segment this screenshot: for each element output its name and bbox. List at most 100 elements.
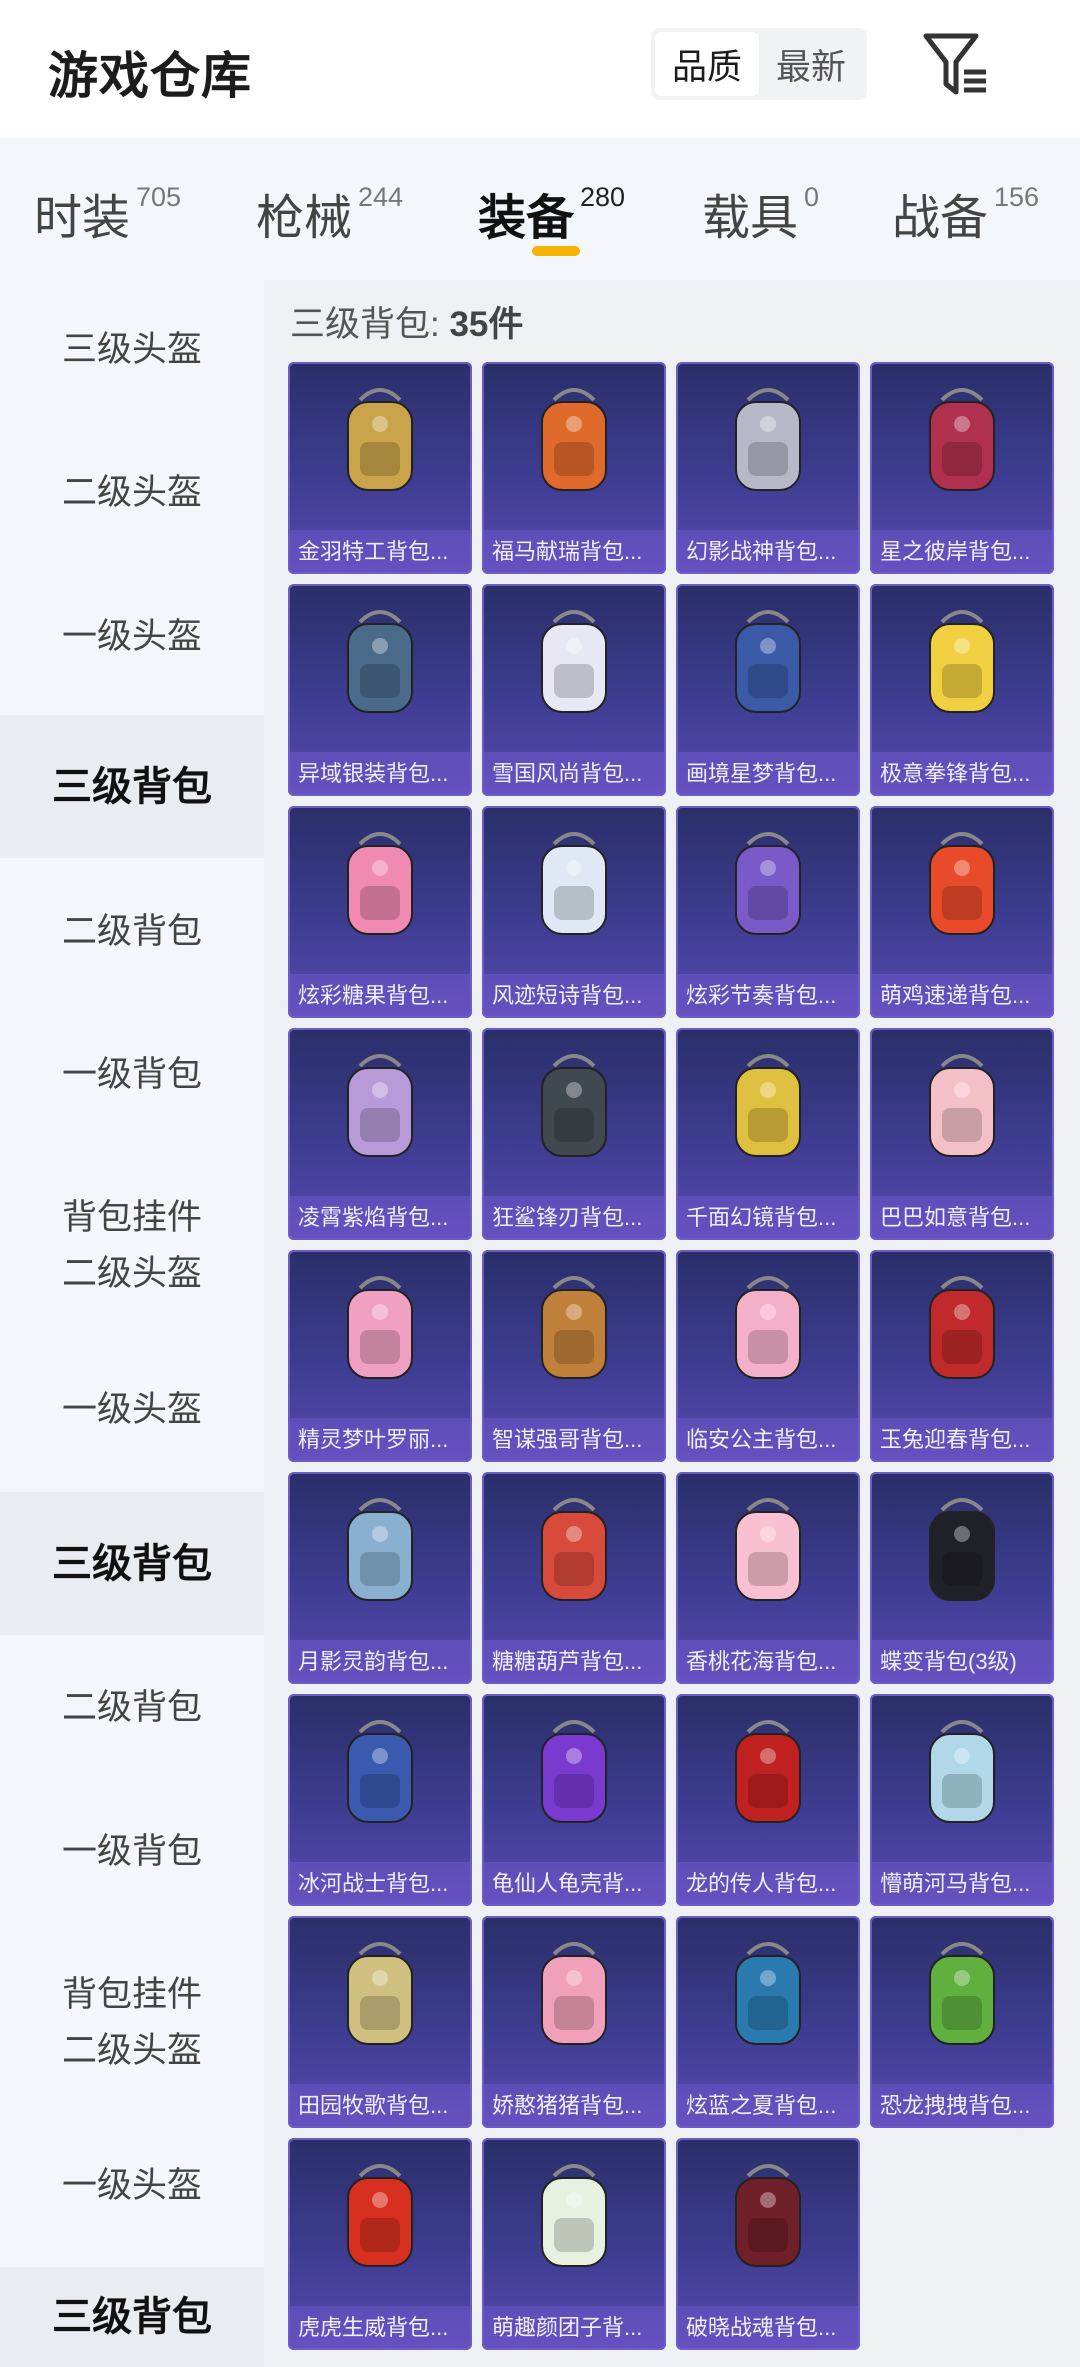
item-card[interactable]: 糖糖葫芦背包... (482, 1472, 666, 1684)
backpack-icon (541, 1942, 607, 2045)
sidebar-item[interactable]: 二级头盔 (0, 2023, 264, 2079)
sidebar-item[interactable]: 二级背包 (0, 1668, 264, 1748)
tab-gear[interactable]: 战备 156 (892, 178, 1039, 248)
backpack-icon (541, 832, 607, 935)
item-name: 炫彩糖果背包... (288, 974, 472, 1018)
tab-equipment[interactable]: 装备 280 (478, 178, 625, 248)
tab-fashion[interactable]: 时装 705 (34, 178, 181, 248)
backpack-icon (541, 388, 607, 491)
backpack-icon (541, 610, 607, 713)
item-card[interactable]: 龟仙人龟壳背... (482, 1694, 666, 1906)
item-name: 智谋强哥背包... (482, 1418, 666, 1462)
backpack-icon (347, 832, 413, 935)
backpack-icon (347, 610, 413, 713)
item-name: 临安公主背包... (676, 1418, 860, 1462)
item-name: 娇憨猪猪背包... (482, 2084, 666, 2128)
item-name: 精灵梦叶罗丽... (288, 1418, 472, 1462)
sidebar-item-active[interactable]: 三级背包 (0, 715, 264, 858)
backpack-icon (735, 610, 801, 713)
sidebar-item[interactable]: 一级背包 (0, 1812, 264, 1892)
item-card[interactable]: 金羽特工背包... (288, 362, 472, 574)
active-tab-indicator (532, 246, 580, 256)
item-name: 金羽特工背包... (288, 530, 472, 574)
tab-vehicles[interactable]: 载具 0 (702, 178, 819, 248)
backpack-icon (347, 2164, 413, 2267)
item-card[interactable]: 临安公主背包... (676, 1250, 860, 1462)
backpack-icon (735, 1276, 801, 1379)
item-card[interactable]: 狂鲨锋刃背包... (482, 1028, 666, 1240)
sidebar-item-active[interactable]: 三级背包 (0, 2267, 264, 2367)
item-name: 懵萌河马背包... (870, 1862, 1054, 1906)
sidebar-item[interactable]: 三级头盔 (0, 310, 264, 390)
item-card[interactable]: 幻影战神背包... (676, 362, 860, 574)
item-card[interactable]: 娇憨猪猪背包... (482, 1916, 666, 2128)
item-card[interactable]: 画境星梦背包... (676, 584, 860, 796)
item-card[interactable]: 千面幻镜背包... (676, 1028, 860, 1240)
sort-option-quality[interactable]: 品质 (655, 32, 759, 96)
item-card[interactable]: 福马献瑞背包... (482, 362, 666, 574)
item-card[interactable]: 炫蓝之夏背包... (676, 1916, 860, 2128)
item-card[interactable]: 雪国风尚背包... (482, 584, 666, 796)
tab-label: 战备 (892, 192, 989, 245)
backpack-icon (735, 1942, 801, 2045)
item-card[interactable]: 凌霄紫焰背包... (288, 1028, 472, 1240)
backpack-icon (347, 1054, 413, 1157)
item-name: 龟仙人龟壳背... (482, 1862, 666, 1906)
item-card[interactable]: 萌鸡速递背包... (870, 806, 1054, 1018)
item-card[interactable]: 香桃花海背包... (676, 1472, 860, 1684)
item-card[interactable]: 极意拳锋背包... (870, 584, 1054, 796)
backpack-icon (929, 1276, 995, 1379)
item-card[interactable]: 恐龙拽拽背包... (870, 1916, 1054, 2128)
backpack-icon (541, 1054, 607, 1157)
backpack-icon (541, 2164, 607, 2267)
sidebar-item[interactable]: 二级头盔 (0, 1246, 264, 1302)
tab-guns[interactable]: 枪械 244 (256, 178, 403, 248)
sidebar-item[interactable]: 二级头盔 (0, 453, 264, 533)
item-card[interactable]: 精灵梦叶罗丽... (288, 1250, 472, 1462)
sort-toggle[interactable]: 品质 最新 (651, 28, 867, 100)
item-card[interactable]: 风迹短诗背包... (482, 806, 666, 1018)
item-name: 龙的传人背包... (676, 1862, 860, 1906)
item-card[interactable]: 异域银装背包... (288, 584, 472, 796)
item-panel: 三级背包: 35件 金羽特工背包... 福马献瑞背包... 幻影战神背包... 星之彼… (264, 280, 1080, 2367)
sidebar-item[interactable]: 背包挂件 (0, 1967, 264, 2023)
sidebar-item[interactable]: 一级头盔 (0, 2146, 264, 2226)
item-name: 月影灵韵背包... (288, 1640, 472, 1684)
item-card[interactable]: 蝶变背包(3级) (870, 1472, 1054, 1684)
item-name: 蝶变背包(3级) (870, 1640, 1054, 1684)
item-name: 雪国风尚背包... (482, 752, 666, 796)
item-card[interactable]: 懵萌河马背包... (870, 1694, 1054, 1906)
sidebar-item-active[interactable]: 三级背包 (0, 1492, 264, 1635)
sidebar-item[interactable]: 一级头盔 (0, 1370, 264, 1450)
sort-option-latest[interactable]: 最新 (759, 32, 863, 96)
item-card[interactable]: 炫彩糖果背包... (288, 806, 472, 1018)
tab-label: 时装 (34, 192, 131, 245)
tab-label: 装备 (478, 192, 575, 245)
sidebar-item[interactable]: 一级头盔 (0, 597, 264, 677)
item-card[interactable]: 巴巴如意背包... (870, 1028, 1054, 1240)
item-card[interactable]: 玉兔迎春背包... (870, 1250, 1054, 1462)
item-card[interactable]: 萌趣颜团子背... (482, 2138, 666, 2350)
item-card[interactable]: 星之彼岸背包... (870, 362, 1054, 574)
item-card[interactable]: 炫彩节奏背包... (676, 806, 860, 1018)
item-card[interactable]: 月影灵韵背包... (288, 1472, 472, 1684)
backpack-icon (929, 1720, 995, 1823)
filter-icon[interactable] (920, 30, 990, 100)
item-name: 破晓战魂背包... (676, 2306, 860, 2350)
backpack-icon (347, 1942, 413, 2045)
sidebar-item[interactable]: 背包挂件 (0, 1190, 264, 1246)
item-card[interactable]: 冰河战士背包... (288, 1694, 472, 1906)
sidebar: 三级头盔 二级头盔 一级头盔 三级背包 二级背包 一级背包 背包挂件 二级头盔 … (0, 280, 264, 2367)
tab-count: 244 (358, 182, 404, 212)
item-name: 凌霄紫焰背包... (288, 1196, 472, 1240)
item-card[interactable]: 田园牧歌背包... (288, 1916, 472, 2128)
item-card[interactable]: 破晓战魂背包... (676, 2138, 860, 2350)
item-name: 萌鸡速递背包... (870, 974, 1054, 1018)
item-card[interactable]: 龙的传人背包... (676, 1694, 860, 1906)
item-name: 虎虎生威背包... (288, 2306, 472, 2350)
sidebar-item[interactable]: 二级背包 (0, 892, 264, 972)
sidebar-item[interactable]: 一级背包 (0, 1035, 264, 1115)
item-card[interactable]: 虎虎生威背包... (288, 2138, 472, 2350)
tab-label: 载具 (702, 192, 799, 245)
item-card[interactable]: 智谋强哥背包... (482, 1250, 666, 1462)
